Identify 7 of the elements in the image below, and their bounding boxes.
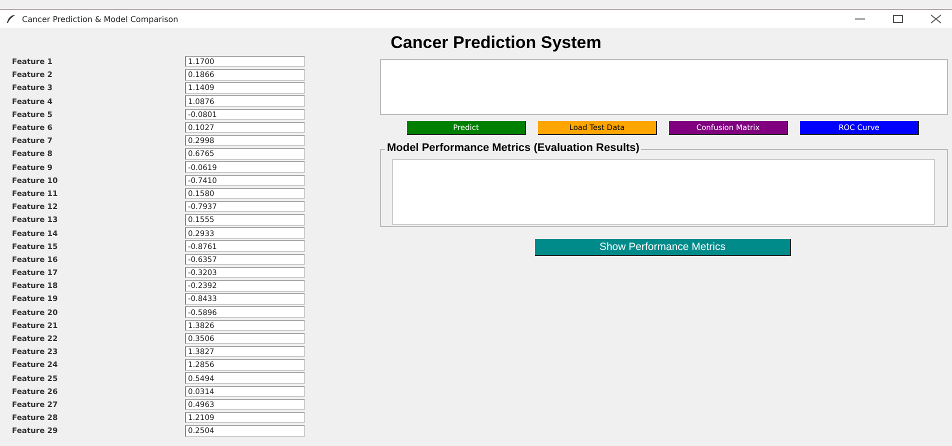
- window-title: Cancer Prediction & Model Comparison: [22, 14, 178, 24]
- feather-icon: [6, 14, 16, 24]
- app-heading: Cancer Prediction System: [390, 32, 602, 54]
- metrics-title: Model Performance Metrics (Evaluation Results): [385, 142, 642, 154]
- show-metrics-button[interactable]: Show Performance Metrics: [535, 239, 791, 256]
- maximize-icon[interactable]: [892, 13, 904, 25]
- close-icon[interactable]: [930, 13, 942, 25]
